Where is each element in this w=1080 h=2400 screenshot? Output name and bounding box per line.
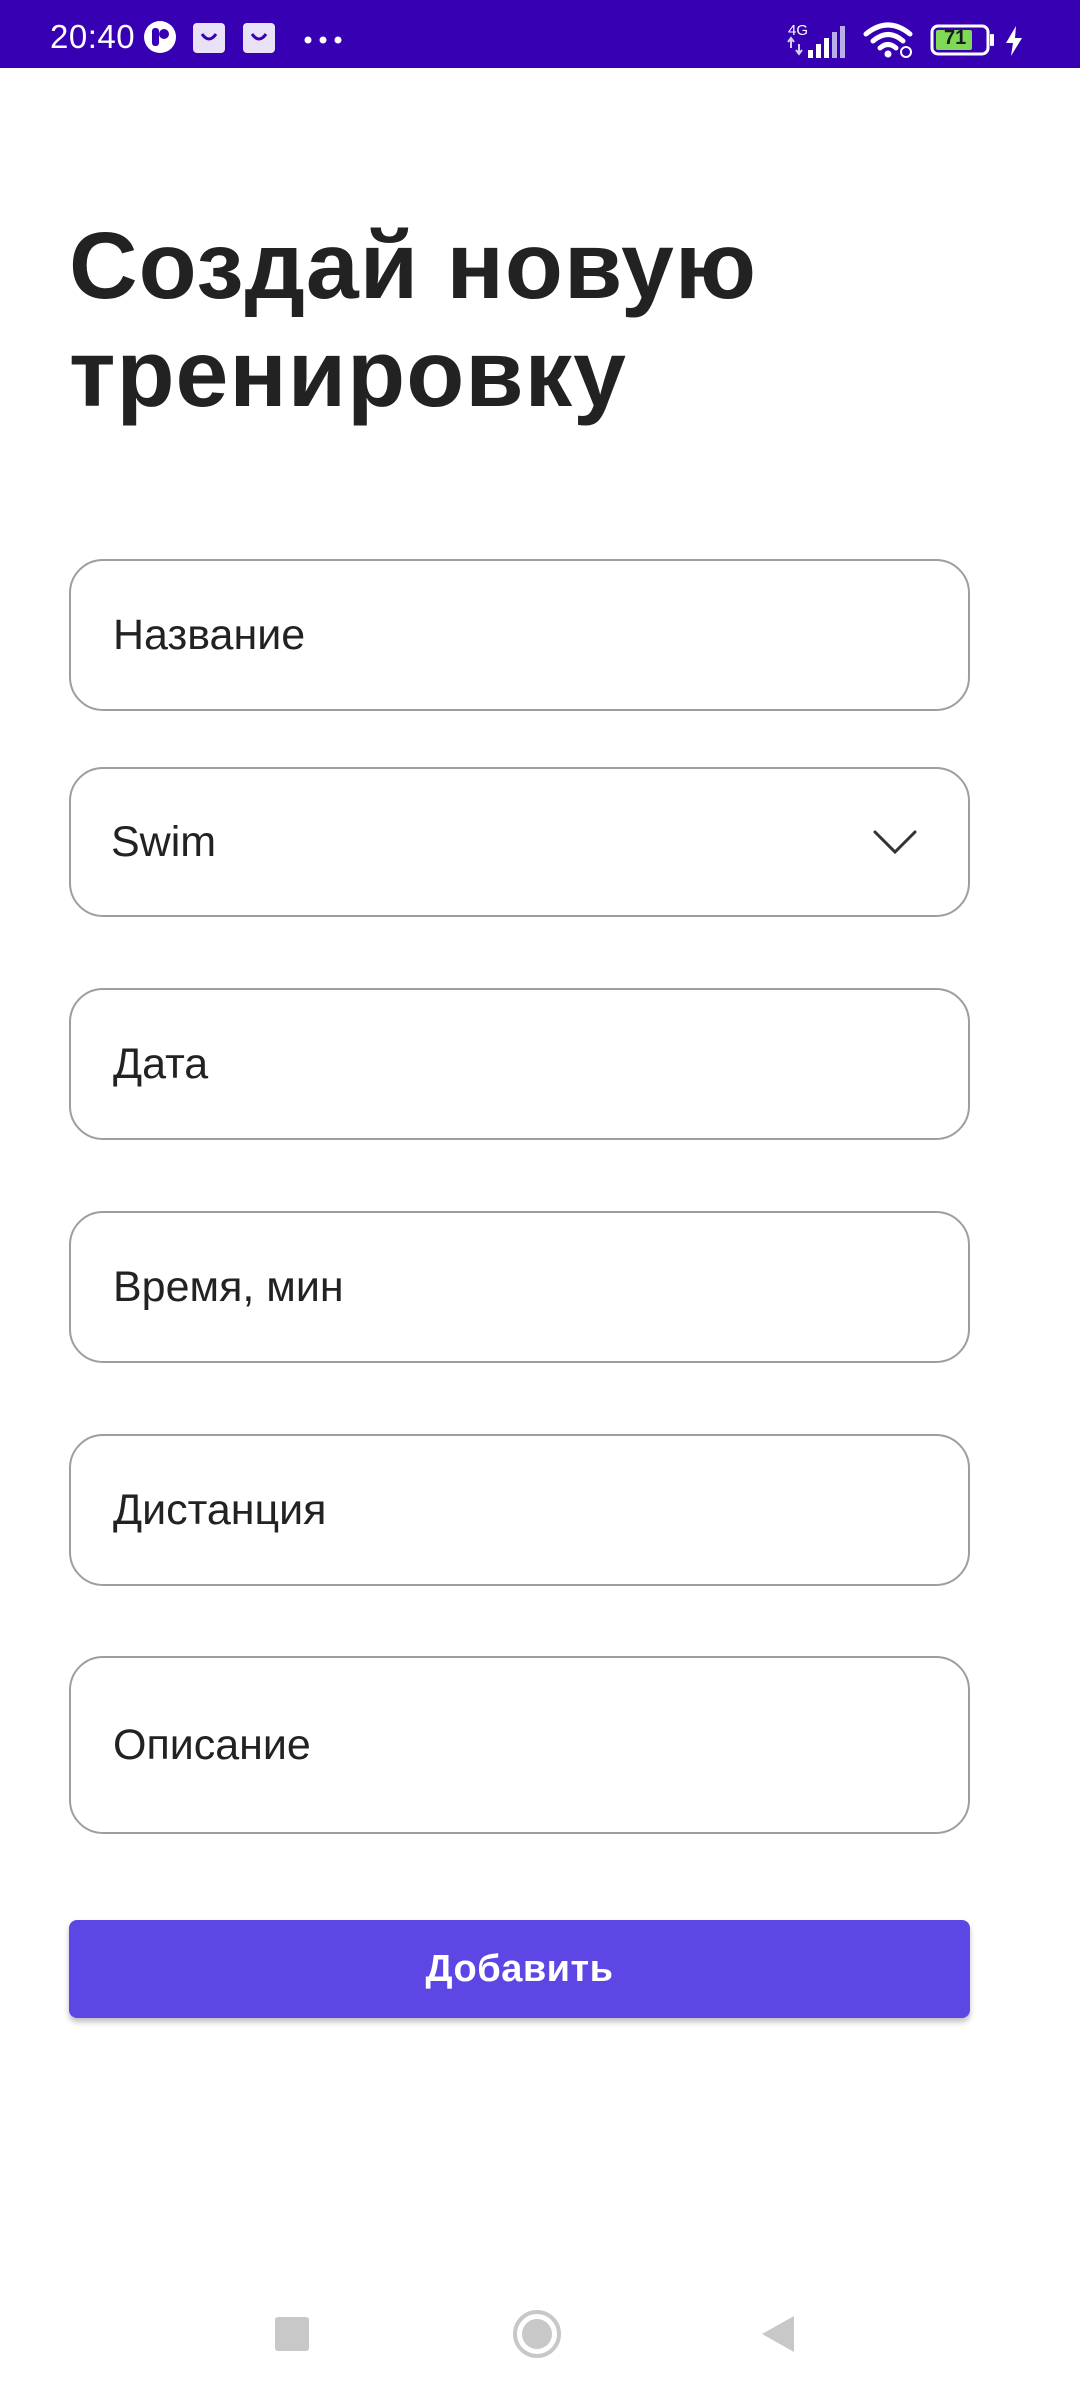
- status-bar: 20:40 4G 71: [0, 0, 1080, 68]
- sport-type-value: Swim: [111, 817, 217, 866]
- name-field-placeholder: Название: [113, 610, 306, 659]
- chevron-down-icon: [873, 830, 917, 855]
- wifi-icon: [863, 22, 913, 58]
- description-field[interactable]: Описание: [69, 1656, 970, 1834]
- distance-field[interactable]: Дистанция: [69, 1434, 970, 1586]
- page-title: Создай новую тренировку: [69, 213, 757, 427]
- add-button[interactable]: Добавить: [69, 1920, 970, 2018]
- charging-icon: [1006, 26, 1022, 56]
- notification-app-icon: [144, 21, 176, 53]
- name-field[interactable]: Название: [69, 559, 970, 711]
- add-button-label: Добавить: [425, 1947, 614, 1990]
- back-triangle-icon[interactable]: [760, 2314, 796, 2354]
- shopping-bag-icon: [193, 23, 225, 53]
- date-field[interactable]: Дата: [69, 988, 970, 1140]
- home-circle-icon[interactable]: [512, 2309, 562, 2359]
- signal-icon: [787, 26, 845, 58]
- screen: 20:40 4G 71 Создай новую тренировку Назв…: [0, 0, 1080, 2400]
- battery-level: 71: [944, 27, 967, 49]
- date-field-placeholder: Дата: [113, 1039, 209, 1088]
- distance-field-placeholder: Дистанция: [113, 1485, 327, 1534]
- recents-square-icon[interactable]: [274, 2316, 310, 2352]
- sport-type-dropdown[interactable]: Swim: [69, 767, 970, 917]
- battery-icon: 71: [930, 24, 996, 56]
- duration-field[interactable]: Время, мин: [69, 1211, 970, 1363]
- status-time: 20:40: [50, 18, 136, 55]
- shopping-bag-icon: [243, 23, 275, 53]
- duration-field-placeholder: Время, мин: [113, 1262, 344, 1311]
- more-dots-icon: [304, 36, 342, 44]
- description-field-placeholder: Описание: [113, 1720, 311, 1769]
